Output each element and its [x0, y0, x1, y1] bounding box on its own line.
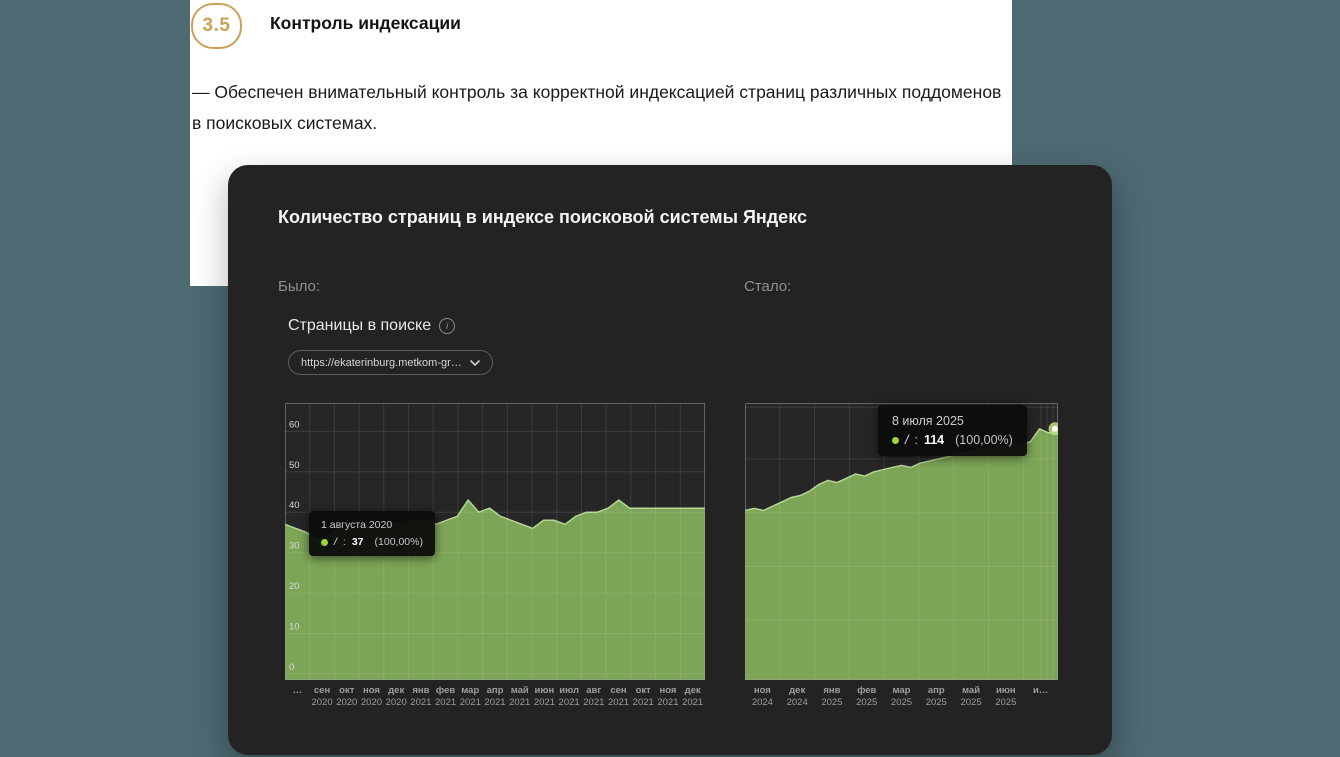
- svg-text:2025: 2025: [821, 697, 842, 708]
- chevron-down-icon: [470, 360, 480, 366]
- tooltip-before: 1 августа 2020 /: 37 (100,00%): [309, 511, 435, 556]
- tooltip-percent: (100,00%): [375, 536, 423, 548]
- svg-text:20: 20: [289, 581, 300, 592]
- svg-text:30: 30: [289, 541, 300, 552]
- svg-text:дек: дек: [685, 685, 701, 696]
- tooltip-date: 1 августа 2020: [321, 519, 423, 531]
- section-title: Контроль индексации: [270, 13, 461, 34]
- svg-text:50: 50: [289, 460, 300, 471]
- tooltip-value-row: /: 37 (100,00%): [321, 536, 423, 548]
- svg-text:дек: дек: [789, 685, 805, 696]
- svg-text:ноя: ноя: [363, 685, 380, 696]
- svg-text:2025: 2025: [926, 697, 947, 708]
- svg-text:сен: сен: [314, 685, 331, 696]
- svg-text:…: …: [293, 685, 303, 696]
- svg-text:2024: 2024: [752, 697, 773, 708]
- tooltip-colon: :: [914, 433, 917, 447]
- svg-text:2020: 2020: [386, 697, 407, 708]
- tooltip-value-row: /: 114 (100,00%): [892, 433, 1013, 447]
- svg-text:окт: окт: [636, 685, 652, 696]
- svg-text:2021: 2021: [682, 697, 703, 708]
- svg-text:2021: 2021: [633, 697, 654, 708]
- svg-text:2025: 2025: [856, 697, 877, 708]
- svg-text:янв: янв: [412, 685, 429, 696]
- info-icon[interactable]: i: [439, 318, 455, 334]
- tooltip-host: /: [334, 536, 337, 548]
- svg-text:2025: 2025: [891, 697, 912, 708]
- svg-text:2025: 2025: [995, 697, 1016, 708]
- svg-text:2020: 2020: [361, 697, 382, 708]
- svg-text:2021: 2021: [460, 697, 481, 708]
- svg-text:окт: окт: [339, 685, 355, 696]
- svg-text:сен: сен: [610, 685, 627, 696]
- svg-text:июн: июн: [996, 685, 1016, 696]
- stats-card: Количество страниц в индексе поисковой с…: [228, 165, 1112, 755]
- svg-text:0: 0: [289, 662, 294, 673]
- svg-text:2021: 2021: [509, 697, 530, 708]
- svg-text:2021: 2021: [583, 697, 604, 708]
- svg-text:фев: фев: [436, 685, 455, 696]
- svg-text:2020: 2020: [336, 697, 357, 708]
- tooltip-after: 8 июля 2025 /: 114 (100,00%): [878, 405, 1027, 456]
- svg-text:2021: 2021: [410, 697, 431, 708]
- svg-text:июл: июл: [559, 685, 579, 696]
- widget-title: Страницы в поиске: [288, 317, 431, 335]
- svg-text:2020: 2020: [311, 697, 332, 708]
- svg-text:40: 40: [289, 500, 300, 511]
- svg-text:2021: 2021: [608, 697, 629, 708]
- before-label: Было:: [278, 278, 320, 295]
- domain-selector[interactable]: https://ekaterinburg.metkom-gr…: [288, 350, 493, 375]
- svg-text:2021: 2021: [435, 697, 456, 708]
- svg-text:ноя: ноя: [754, 685, 771, 696]
- page-background: 3.5 Контроль индексации — Обеспечен вним…: [0, 0, 1340, 757]
- svg-text:10: 10: [289, 622, 300, 633]
- series-dot-icon: [321, 539, 328, 546]
- section-number-badge: 3.5: [191, 3, 242, 49]
- svg-text:май: май: [962, 685, 980, 696]
- svg-text:янв: янв: [823, 685, 840, 696]
- svg-text:май: май: [511, 685, 529, 696]
- chart-after[interactable]: 8 июля 2025 /: 114 (100,00%) ноя2024дек2…: [745, 403, 1058, 710]
- chart-before[interactable]: 1 августа 2020 /: 37 (100,00%) 0 10 20 30 40…: [285, 403, 705, 710]
- svg-text:мар: мар: [461, 685, 479, 696]
- svg-text:2021: 2021: [559, 697, 580, 708]
- svg-text:2025: 2025: [960, 697, 981, 708]
- tooltip-colon: :: [343, 536, 346, 548]
- tooltip-percent: (100,00%): [955, 433, 1013, 447]
- svg-text:60: 60: [289, 419, 300, 430]
- svg-text:авг: авг: [586, 685, 601, 696]
- svg-text:ноя: ноя: [659, 685, 676, 696]
- svg-text:апр: апр: [487, 685, 504, 696]
- svg-text:апр: апр: [928, 685, 945, 696]
- widget-title-row: Страницы в поиске i: [288, 317, 455, 335]
- svg-text:2024: 2024: [787, 697, 808, 708]
- svg-text:июн: июн: [535, 685, 555, 696]
- series-dot-icon: [892, 437, 899, 444]
- svg-text:дек: дек: [388, 685, 404, 696]
- svg-text:2021: 2021: [484, 697, 505, 708]
- card-title: Количество страниц в индексе поисковой с…: [278, 207, 807, 228]
- tooltip-host: /: [905, 433, 908, 447]
- svg-text:2021: 2021: [534, 697, 555, 708]
- svg-text:мар: мар: [893, 685, 911, 696]
- domain-selector-value: https://ekaterinburg.metkom-gr…: [301, 357, 462, 369]
- svg-text:и…: и…: [1033, 685, 1048, 696]
- svg-text:фев: фев: [857, 685, 876, 696]
- tooltip-date: 8 июля 2025: [892, 414, 1013, 428]
- tooltip-value: 114: [924, 433, 944, 447]
- tooltip-value: 37: [352, 536, 364, 548]
- svg-text:2021: 2021: [657, 697, 678, 708]
- section-paragraph: — Обеспечен внимательный контроль за кор…: [192, 77, 1012, 139]
- after-label: Стало:: [744, 278, 791, 295]
